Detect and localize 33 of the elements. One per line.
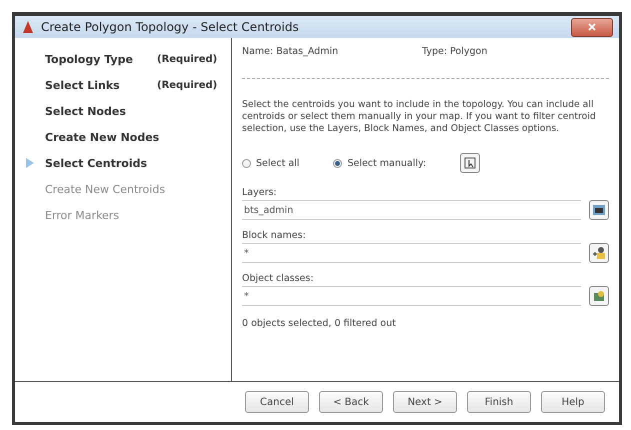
field-label: Block names: [242,230,307,241]
filter-field[interactable]: * [242,243,581,263]
type-label: Type: Polygon [422,46,488,59]
dialog-button[interactable]: Cancel [245,391,309,413]
wizard-step[interactable]: Select Centroids [15,150,231,176]
filter-field[interactable]: bts_admin [242,200,581,220]
wizard-step[interactable]: Select Links (Required) [15,72,231,98]
object-class-icon [593,290,605,302]
cursor-icon [464,157,476,169]
dialog-button[interactable]: Next > [393,391,457,413]
block-icon [592,246,606,260]
window-title: Create Polygon Topology - Select Centroids [41,20,300,34]
wizard-step[interactable]: Create New Nodes [15,124,231,150]
dialog-button[interactable]: Finish [467,391,531,413]
radio-option[interactable]: Select manually: [333,158,426,168]
close-button[interactable] [571,18,613,36]
dialog-button[interactable]: < Back [319,391,383,413]
wizard-step[interactable]: Select Nodes [15,98,231,124]
radio-option[interactable]: Select all [242,158,300,168]
wizard-step[interactable]: Topology Type (Required) [15,46,231,72]
close-icon [588,23,596,31]
select-button[interactable] [589,200,609,220]
layers-icon [592,204,606,216]
instructions-text: Select the centroids you want to include in the topology. You can include all centroids or select them manually in your map. If you want to filter centroid selection, use the Layers, Block Names, and Object Classes options. [242,99,597,135]
name-label: Name: Batas_Admin [242,46,340,59]
app-icon [21,20,35,34]
filter-field[interactable]: * [242,286,581,306]
field-label: Layers: [242,187,278,198]
select-button[interactable] [589,243,609,263]
field-label: Object classes: [242,273,315,284]
pick-in-map-button[interactable] [460,153,480,173]
dialog-button[interactable]: Help [541,391,605,413]
status-text: 0 objects selected, 0 filtered out [242,318,397,329]
